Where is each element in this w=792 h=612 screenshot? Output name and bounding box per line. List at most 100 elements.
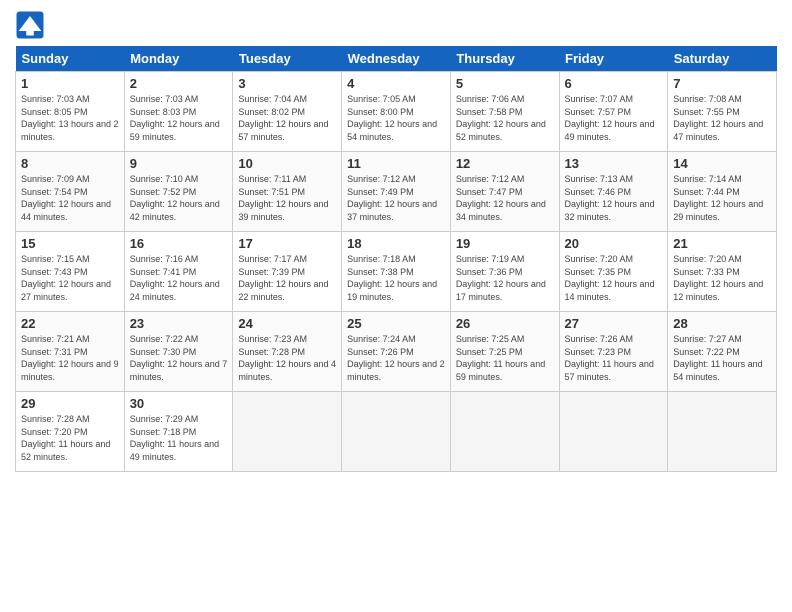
day-number: 3 bbox=[238, 76, 336, 91]
calendar-cell: 10 Sunrise: 7:11 AM Sunset: 7:51 PM Dayl… bbox=[233, 152, 342, 232]
weekday-header-saturday: Saturday bbox=[668, 46, 777, 72]
day-number: 17 bbox=[238, 236, 336, 251]
day-number: 14 bbox=[673, 156, 771, 171]
day-info: Sunrise: 7:24 AM Sunset: 7:26 PM Dayligh… bbox=[347, 333, 445, 383]
day-number: 6 bbox=[565, 76, 663, 91]
day-info: Sunrise: 7:12 AM Sunset: 7:47 PM Dayligh… bbox=[456, 173, 554, 223]
calendar-cell: 13 Sunrise: 7:13 AM Sunset: 7:46 PM Dayl… bbox=[559, 152, 668, 232]
calendar-cell: 26 Sunrise: 7:25 AM Sunset: 7:25 PM Dayl… bbox=[450, 312, 559, 392]
day-number: 18 bbox=[347, 236, 445, 251]
logo bbox=[15, 10, 49, 40]
calendar-week-4: 22 Sunrise: 7:21 AM Sunset: 7:31 PM Dayl… bbox=[16, 312, 777, 392]
day-info: Sunrise: 7:05 AM Sunset: 8:00 PM Dayligh… bbox=[347, 93, 445, 143]
calendar-cell: 15 Sunrise: 7:15 AM Sunset: 7:43 PM Dayl… bbox=[16, 232, 125, 312]
calendar-cell bbox=[450, 392, 559, 472]
weekday-header-row: SundayMondayTuesdayWednesdayThursdayFrid… bbox=[16, 46, 777, 72]
day-number: 10 bbox=[238, 156, 336, 171]
day-number: 27 bbox=[565, 316, 663, 331]
day-info: Sunrise: 7:16 AM Sunset: 7:41 PM Dayligh… bbox=[130, 253, 228, 303]
calendar-cell: 8 Sunrise: 7:09 AM Sunset: 7:54 PM Dayli… bbox=[16, 152, 125, 232]
calendar-cell bbox=[559, 392, 668, 472]
calendar-cell: 9 Sunrise: 7:10 AM Sunset: 7:52 PM Dayli… bbox=[124, 152, 233, 232]
logo-icon bbox=[15, 10, 45, 40]
day-info: Sunrise: 7:11 AM Sunset: 7:51 PM Dayligh… bbox=[238, 173, 336, 223]
day-info: Sunrise: 7:13 AM Sunset: 7:46 PM Dayligh… bbox=[565, 173, 663, 223]
calendar-cell: 18 Sunrise: 7:18 AM Sunset: 7:38 PM Dayl… bbox=[342, 232, 451, 312]
calendar-week-5: 29 Sunrise: 7:28 AM Sunset: 7:20 PM Dayl… bbox=[16, 392, 777, 472]
day-number: 1 bbox=[21, 76, 119, 91]
calendar-page: SundayMondayTuesdayWednesdayThursdayFrid… bbox=[0, 0, 792, 612]
day-number: 12 bbox=[456, 156, 554, 171]
calendar-cell: 22 Sunrise: 7:21 AM Sunset: 7:31 PM Dayl… bbox=[16, 312, 125, 392]
day-info: Sunrise: 7:23 AM Sunset: 7:28 PM Dayligh… bbox=[238, 333, 336, 383]
day-info: Sunrise: 7:09 AM Sunset: 7:54 PM Dayligh… bbox=[21, 173, 119, 223]
day-info: Sunrise: 7:10 AM Sunset: 7:52 PM Dayligh… bbox=[130, 173, 228, 223]
day-number: 29 bbox=[21, 396, 119, 411]
day-number: 15 bbox=[21, 236, 119, 251]
day-number: 19 bbox=[456, 236, 554, 251]
calendar-cell: 6 Sunrise: 7:07 AM Sunset: 7:57 PM Dayli… bbox=[559, 72, 668, 152]
day-number: 25 bbox=[347, 316, 445, 331]
day-info: Sunrise: 7:18 AM Sunset: 7:38 PM Dayligh… bbox=[347, 253, 445, 303]
day-number: 16 bbox=[130, 236, 228, 251]
day-info: Sunrise: 7:03 AM Sunset: 8:05 PM Dayligh… bbox=[21, 93, 119, 143]
day-info: Sunrise: 7:22 AM Sunset: 7:30 PM Dayligh… bbox=[130, 333, 228, 383]
day-info: Sunrise: 7:12 AM Sunset: 7:49 PM Dayligh… bbox=[347, 173, 445, 223]
day-info: Sunrise: 7:20 AM Sunset: 7:35 PM Dayligh… bbox=[565, 253, 663, 303]
day-info: Sunrise: 7:26 AM Sunset: 7:23 PM Dayligh… bbox=[565, 333, 663, 383]
day-number: 30 bbox=[130, 396, 228, 411]
calendar-week-2: 8 Sunrise: 7:09 AM Sunset: 7:54 PM Dayli… bbox=[16, 152, 777, 232]
calendar-cell: 12 Sunrise: 7:12 AM Sunset: 7:47 PM Dayl… bbox=[450, 152, 559, 232]
day-info: Sunrise: 7:07 AM Sunset: 7:57 PM Dayligh… bbox=[565, 93, 663, 143]
calendar-cell: 30 Sunrise: 7:29 AM Sunset: 7:18 PM Dayl… bbox=[124, 392, 233, 472]
calendar-cell: 2 Sunrise: 7:03 AM Sunset: 8:03 PM Dayli… bbox=[124, 72, 233, 152]
calendar-cell bbox=[233, 392, 342, 472]
calendar-cell: 1 Sunrise: 7:03 AM Sunset: 8:05 PM Dayli… bbox=[16, 72, 125, 152]
day-number: 4 bbox=[347, 76, 445, 91]
day-number: 22 bbox=[21, 316, 119, 331]
weekday-header-wednesday: Wednesday bbox=[342, 46, 451, 72]
calendar-cell: 3 Sunrise: 7:04 AM Sunset: 8:02 PM Dayli… bbox=[233, 72, 342, 152]
weekday-header-friday: Friday bbox=[559, 46, 668, 72]
calendar-cell: 5 Sunrise: 7:06 AM Sunset: 7:58 PM Dayli… bbox=[450, 72, 559, 152]
calendar-week-1: 1 Sunrise: 7:03 AM Sunset: 8:05 PM Dayli… bbox=[16, 72, 777, 152]
day-number: 21 bbox=[673, 236, 771, 251]
day-info: Sunrise: 7:19 AM Sunset: 7:36 PM Dayligh… bbox=[456, 253, 554, 303]
calendar-cell bbox=[668, 392, 777, 472]
day-info: Sunrise: 7:27 AM Sunset: 7:22 PM Dayligh… bbox=[673, 333, 771, 383]
calendar-cell: 17 Sunrise: 7:17 AM Sunset: 7:39 PM Dayl… bbox=[233, 232, 342, 312]
calendar-cell: 29 Sunrise: 7:28 AM Sunset: 7:20 PM Dayl… bbox=[16, 392, 125, 472]
calendar-week-3: 15 Sunrise: 7:15 AM Sunset: 7:43 PM Dayl… bbox=[16, 232, 777, 312]
calendar-cell: 25 Sunrise: 7:24 AM Sunset: 7:26 PM Dayl… bbox=[342, 312, 451, 392]
weekday-header-sunday: Sunday bbox=[16, 46, 125, 72]
calendar-cell: 28 Sunrise: 7:27 AM Sunset: 7:22 PM Dayl… bbox=[668, 312, 777, 392]
day-number: 9 bbox=[130, 156, 228, 171]
day-info: Sunrise: 7:15 AM Sunset: 7:43 PM Dayligh… bbox=[21, 253, 119, 303]
calendar-cell: 11 Sunrise: 7:12 AM Sunset: 7:49 PM Dayl… bbox=[342, 152, 451, 232]
day-info: Sunrise: 7:20 AM Sunset: 7:33 PM Dayligh… bbox=[673, 253, 771, 303]
day-info: Sunrise: 7:03 AM Sunset: 8:03 PM Dayligh… bbox=[130, 93, 228, 143]
day-info: Sunrise: 7:21 AM Sunset: 7:31 PM Dayligh… bbox=[21, 333, 119, 383]
day-info: Sunrise: 7:25 AM Sunset: 7:25 PM Dayligh… bbox=[456, 333, 554, 383]
day-number: 23 bbox=[130, 316, 228, 331]
calendar-table: SundayMondayTuesdayWednesdayThursdayFrid… bbox=[15, 46, 777, 472]
day-info: Sunrise: 7:17 AM Sunset: 7:39 PM Dayligh… bbox=[238, 253, 336, 303]
calendar-cell bbox=[342, 392, 451, 472]
day-number: 13 bbox=[565, 156, 663, 171]
calendar-cell: 19 Sunrise: 7:19 AM Sunset: 7:36 PM Dayl… bbox=[450, 232, 559, 312]
day-info: Sunrise: 7:08 AM Sunset: 7:55 PM Dayligh… bbox=[673, 93, 771, 143]
day-number: 5 bbox=[456, 76, 554, 91]
day-info: Sunrise: 7:14 AM Sunset: 7:44 PM Dayligh… bbox=[673, 173, 771, 223]
calendar-cell: 23 Sunrise: 7:22 AM Sunset: 7:30 PM Dayl… bbox=[124, 312, 233, 392]
calendar-cell: 27 Sunrise: 7:26 AM Sunset: 7:23 PM Dayl… bbox=[559, 312, 668, 392]
calendar-cell: 20 Sunrise: 7:20 AM Sunset: 7:35 PM Dayl… bbox=[559, 232, 668, 312]
day-info: Sunrise: 7:06 AM Sunset: 7:58 PM Dayligh… bbox=[456, 93, 554, 143]
day-number: 26 bbox=[456, 316, 554, 331]
calendar-cell: 14 Sunrise: 7:14 AM Sunset: 7:44 PM Dayl… bbox=[668, 152, 777, 232]
day-info: Sunrise: 7:29 AM Sunset: 7:18 PM Dayligh… bbox=[130, 413, 228, 463]
day-number: 2 bbox=[130, 76, 228, 91]
weekday-header-monday: Monday bbox=[124, 46, 233, 72]
day-info: Sunrise: 7:04 AM Sunset: 8:02 PM Dayligh… bbox=[238, 93, 336, 143]
calendar-cell: 7 Sunrise: 7:08 AM Sunset: 7:55 PM Dayli… bbox=[668, 72, 777, 152]
day-number: 28 bbox=[673, 316, 771, 331]
